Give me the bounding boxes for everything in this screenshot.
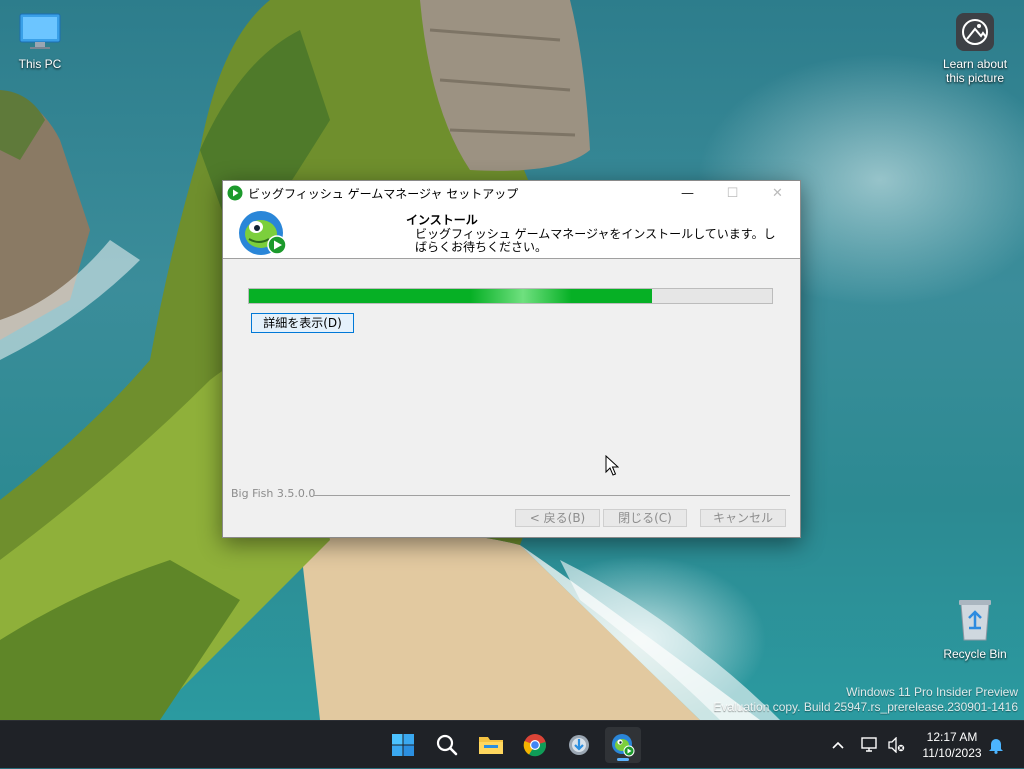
chevron-up-icon (832, 741, 844, 749)
clock-date: 11/10/2023 (922, 746, 982, 760)
system-clock[interactable]: 12:17 AM 11/10/2023 (912, 729, 992, 761)
progress-fill (249, 289, 652, 303)
mouse-cursor-icon (605, 455, 619, 476)
desktop-icon-learn-about-picture[interactable]: Learn about this picture (937, 12, 1013, 85)
title-bar[interactable]: ビッグフィッシュ ゲームマネージャ セットアップ — ☐ ✕ (223, 181, 800, 205)
desktop-icon-this-pc[interactable]: This PC (2, 12, 78, 71)
this-pc-label: This PC (18, 57, 62, 71)
big-fish-taskbar-button[interactable] (605, 727, 641, 763)
step-title: インストール (406, 213, 478, 227)
setup-dialog: ビッグフィッシュ ゲームマネージャ セットアップ — ☐ ✕ インストール ビッ… (222, 180, 801, 538)
watermark-line1: Windows 11 Pro Insider Preview (846, 685, 1018, 699)
search-button[interactable] (429, 727, 465, 763)
chrome-button[interactable] (517, 727, 553, 763)
show-hidden-icons-button[interactable] (828, 721, 848, 769)
notifications-button[interactable] (986, 721, 1006, 769)
setup-installer-icon (569, 735, 589, 755)
maximize-button[interactable]: ☐ (710, 181, 755, 205)
chrome-icon (523, 734, 547, 757)
clock-time: 12:17 AM (926, 730, 978, 744)
network-button[interactable] (860, 721, 880, 769)
start-icon (392, 734, 414, 756)
back-button[interactable]: < 戻る(B) (515, 509, 600, 527)
volume-button[interactable] (886, 721, 906, 769)
file-explorer-button[interactable] (473, 727, 509, 763)
setup-installer-button[interactable] (561, 727, 597, 763)
recycle-bin-icon (959, 600, 991, 641)
big-fish-icon (612, 734, 635, 757)
recycle-bin-label: Recycle Bin (943, 647, 1007, 661)
footer-divider (313, 495, 790, 496)
version-label: Big Fish 3.5.0.0 (231, 487, 316, 500)
bell-icon (989, 739, 1003, 754)
install-progress-bar (248, 288, 773, 304)
build-watermark: Windows 11 Pro Insider Preview Evaluatio… (713, 685, 1018, 715)
step-description: ビッグフィッシュ ゲームマネージャをインストールしています。しばらくお待ちくださ… (415, 227, 776, 254)
wizard-header: インストール ビッグフィッシュ ゲームマネージャをインストールしています。しばら… (223, 205, 800, 259)
learn-label-line2: this picture (945, 71, 1005, 85)
watermark-line2: Evaluation copy. Build 25947.rs_prerelea… (713, 700, 1018, 714)
desktop-icon-recycle-bin[interactable]: Recycle Bin (937, 598, 1013, 661)
monitor-icon (19, 13, 61, 49)
learn-label-line1: Learn about (942, 57, 1008, 71)
big-fish-app-icon (227, 185, 243, 201)
taskbar: 12:17 AM 11/10/2023 (0, 720, 1024, 768)
close-button[interactable]: 閉じる(C) (603, 509, 687, 527)
big-fish-logo-icon (239, 211, 287, 255)
window-title: ビッグフィッシュ ゲームマネージャ セットアップ (248, 186, 519, 201)
volume-muted-icon (888, 737, 905, 753)
cancel-button[interactable]: キャンセル (700, 509, 786, 527)
show-details-button[interactable]: 詳細を表示(D) (251, 313, 354, 333)
file-explorer-icon (479, 737, 503, 754)
close-window-button[interactable]: ✕ (755, 181, 800, 205)
search-icon (436, 734, 458, 756)
minimize-button[interactable]: — (665, 181, 710, 205)
network-icon (861, 737, 877, 752)
spotlight-icon (956, 13, 994, 51)
start-button[interactable] (385, 727, 421, 763)
active-indicator (617, 758, 629, 761)
